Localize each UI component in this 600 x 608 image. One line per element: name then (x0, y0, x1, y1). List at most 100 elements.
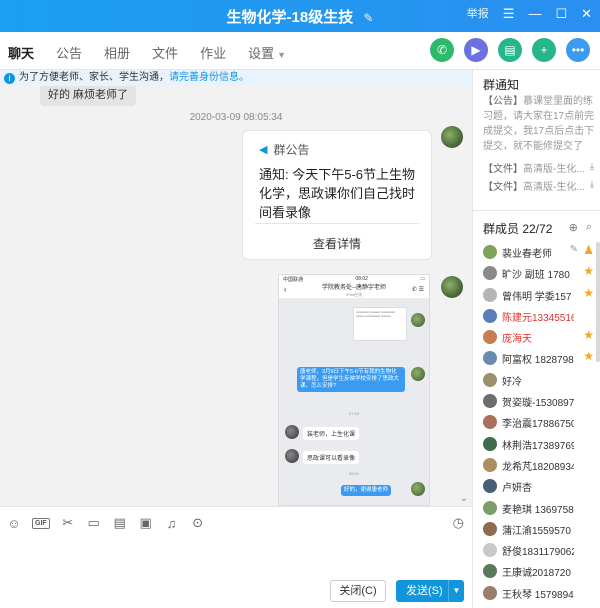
video-icon[interactable]: ▶ (464, 38, 488, 62)
member-list[interactable]: 裴业春老师 ✎ ♟ 旷沙 副班 1780 ★ 曾伟明 学委157 ★ 陈建元133455169… (473, 242, 600, 604)
avatar[interactable] (441, 126, 463, 148)
close-button[interactable]: 关闭(C) (330, 580, 386, 602)
download-icon[interactable]: ⤓ (590, 161, 594, 172)
member-item[interactable]: 陈建元13345516929 (473, 306, 600, 327)
search-icon[interactable]: ⌕ (586, 221, 592, 234)
announcement-body: 通知: 今天下午5-6节上生物化学，思政课你们自己找时间看录像 (259, 167, 416, 220)
phone-call-icon: ✆ ☰ (411, 287, 424, 293)
member-item[interactable]: 蒲江渝1559570 (473, 519, 600, 540)
admin-star-icon: ★ (583, 285, 594, 300)
member-item[interactable]: 旷沙 副班 1780 ★ (473, 263, 600, 284)
edit-title-icon[interactable]: ✎ (363, 11, 373, 25)
member-item[interactable]: 林荆浩17389769172 (473, 434, 600, 455)
member-item[interactable]: 贺姿璇-1530897 (473, 391, 600, 412)
member-name: 卢妍杏 (502, 483, 532, 495)
phone-timestamp: 08:01 (348, 471, 359, 476)
member-item[interactable]: 庞海天 ★ (473, 327, 600, 348)
phone-message-bubble: 装老师，上生化课 (303, 427, 360, 440)
admin-star-icon: ★ (583, 349, 594, 364)
avatar[interactable] (441, 276, 463, 298)
announcement-card[interactable]: ◀ 群公告 通知: 今天下午5-6节上生物化学，思政课你们自己找时间看录像 查看… (242, 130, 432, 260)
emoji-icon[interactable]: ☺ (6, 516, 22, 531)
edit-icon[interactable]: ✎ (570, 244, 578, 255)
tab-settings[interactable]: 设置 ▼ (248, 43, 286, 62)
member-item[interactable]: 龙希芃18208934277 (473, 455, 600, 476)
member-name: 蒲江渝1559570 (502, 525, 571, 537)
report-button[interactable]: 举报 (467, 6, 489, 22)
send-button[interactable]: 发送(S) ▼ (396, 580, 464, 602)
owner-icon: ♟ (583, 243, 594, 257)
tabs: 聊天 公告 相册 文件 作业 设置 ▼ (8, 43, 286, 72)
download-icon[interactable]: ⤓ (590, 179, 594, 190)
member-item[interactable]: 麦艳琪 1369758 (473, 498, 600, 519)
doc-icon[interactable]: ▤ (112, 515, 128, 531)
phone-icon[interactable]: ✆ (430, 38, 454, 62)
history-icon[interactable]: ◷ (453, 515, 464, 531)
whiteboard-icon[interactable]: ▤ (498, 38, 522, 62)
divider (255, 223, 419, 224)
phone-nav-subtitle: iPad在线 (345, 292, 362, 297)
battery-icon: ▭ (420, 276, 425, 282)
view-details-link[interactable]: 查看详情 (243, 235, 431, 252)
member-item[interactable]: 曾伟明 学委157 ★ (473, 285, 600, 306)
file-name: 高清版-生化... (523, 164, 585, 175)
tab-announcement[interactable]: 公告 (56, 43, 82, 62)
identity-notice: i 为了方便老师、家长、学生沟通，请完善身份信息。 (0, 70, 472, 86)
member-name: 王康诚2018720 (502, 568, 571, 580)
file-item[interactable]: 【文件】高清版-生化... (483, 160, 585, 175)
group-notice-title: 群通知 (483, 78, 520, 92)
close-icon[interactable]: ✕ (581, 6, 592, 22)
member-item[interactable]: 李治震17886750782 (473, 412, 600, 433)
member-name: 王秋琴 1579894358 (502, 589, 574, 601)
more-options-icon[interactable]: ⊙ (190, 515, 206, 531)
image-message[interactable]: 中国联通 08:02 ▭ ‹ 学院教务处--唐静宇老师 iPad在线 ✆ ☰ ▪… (278, 274, 430, 506)
tab-album[interactable]: 相册 (104, 43, 130, 62)
member-item[interactable]: 裴业春老师 ✎ ♟ (473, 242, 600, 263)
complete-info-link[interactable]: 请完善身份信息。 (169, 72, 249, 83)
menu-icon[interactable]: ☰ (503, 6, 515, 22)
tool-icons: ✆ ▶ ▤ + ••• (430, 38, 590, 62)
gif-icon[interactable]: GIF (32, 517, 50, 529)
image-icon[interactable]: ▣ (138, 515, 154, 531)
tab-settings-label: 设置 (248, 46, 275, 61)
maximize-icon[interactable]: ☐ (555, 6, 567, 22)
scroll-down-icon[interactable]: ⌄ (460, 493, 468, 504)
add-app-icon[interactable]: + (532, 38, 556, 62)
notice-text: 为了方便老师、家长、学生沟通， (19, 72, 169, 83)
avatar (483, 394, 497, 409)
member-item[interactable]: 舒俊18311790627 (473, 540, 600, 561)
more-icon[interactable]: ••• (566, 38, 590, 62)
avatar (483, 415, 497, 430)
avatar (483, 436, 497, 451)
notice-tag: 【公告】 (483, 96, 523, 107)
chevron-down-icon[interactable]: ▼ (448, 580, 464, 602)
member-item[interactable]: 阿富权 1828798 ★ (473, 348, 600, 369)
member-name: 裴业春老师 (502, 249, 552, 260)
tab-homework[interactable]: 作业 (200, 43, 226, 62)
phone-message-bubble: 好的，谢谢唐老师 (341, 485, 392, 496)
add-member-icon[interactable]: ⊕ (569, 221, 578, 234)
avatar (483, 500, 497, 515)
phone-time: 08:02 (355, 276, 368, 282)
avatar (411, 367, 425, 381)
chat-area[interactable]: 好的 麻烦老师了 2020-03-09 08:05:34 ◀ 群公告 通知: 今… (0, 86, 472, 506)
tab-files[interactable]: 文件 (152, 43, 178, 62)
avatar (411, 313, 425, 327)
bell-icon[interactable]: ♫ (164, 516, 180, 531)
file-item[interactable]: 【文件】高清版-生化... (483, 178, 585, 193)
member-item[interactable]: 好冷 (473, 370, 600, 391)
announcement-header: ◀ 群公告 (259, 141, 309, 158)
folder-icon[interactable]: ▭ (86, 515, 102, 531)
avatar (483, 330, 497, 345)
tab-chat[interactable]: 聊天 (8, 43, 34, 72)
member-item[interactable]: 卢妍杏 (473, 476, 600, 497)
scrollbar[interactable] (596, 242, 600, 362)
minimize-icon[interactable]: — (528, 6, 541, 22)
admin-star-icon: ★ (583, 264, 594, 279)
member-item[interactable]: 王康诚2018720 (473, 561, 600, 582)
member-item[interactable]: 王秋琴 1579894358 (473, 583, 600, 604)
message-input-area[interactable]: ☺ GIF ✂ ▭ ▤ ▣ ♫ ⊙ ◷ 关闭(C) 发送(S) ▼ (0, 506, 472, 608)
scissors-icon[interactable]: ✂ (60, 515, 76, 531)
group-notice[interactable]: 【公告】慕课堂里面的练习题，请大家在17点前完成提交，我17点后点击下提交，就不… (483, 94, 595, 154)
avatar (483, 564, 497, 579)
